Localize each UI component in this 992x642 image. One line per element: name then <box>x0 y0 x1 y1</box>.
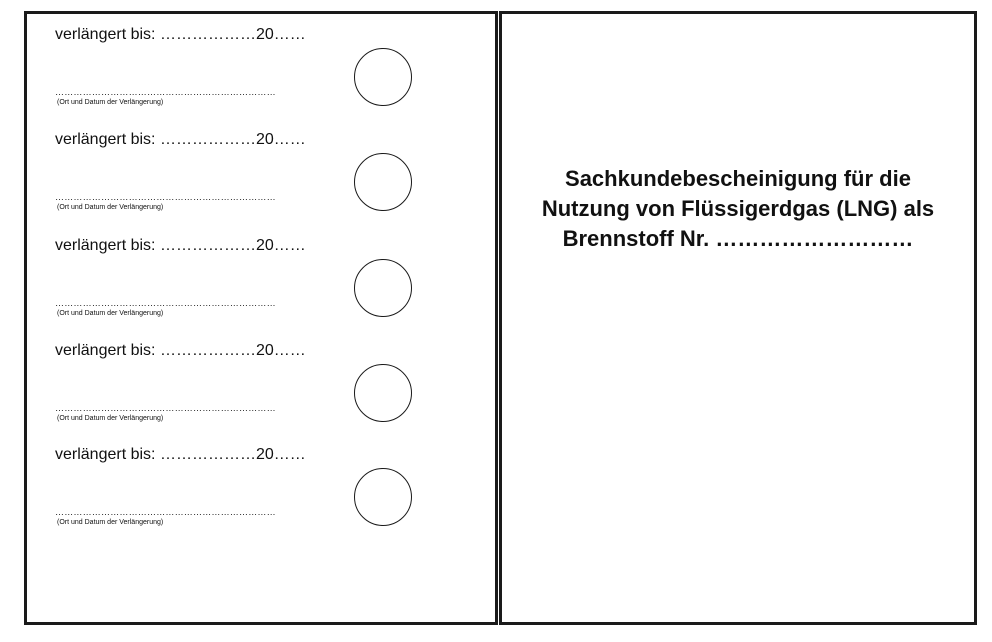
certificate-title: Sachkundebescheinigung für die Nutzung v… <box>502 164 974 254</box>
signature-line: ……………………………………………………………… <box>55 507 276 517</box>
stamp-circle <box>354 153 412 211</box>
signature-line: ……………………………………………………………… <box>55 87 276 97</box>
extended-until-label: verlängert bis: ………………20…… <box>55 131 306 148</box>
certificate-title-line-1: Sachkundebescheinigung für die <box>565 166 911 191</box>
signature-line: ……………………………………………………………… <box>55 192 276 202</box>
signature-caption: (Ort und Datum der Verlängerung) <box>57 204 164 211</box>
stamp-circle <box>354 364 412 422</box>
extension-entry-3: verlängert bis: ………………20…… …………………………………… <box>27 225 495 329</box>
extension-entry-5: verlängert bis: ………………20…… …………………………………… <box>27 434 495 538</box>
extended-until-label: verlängert bis: ………………20…… <box>55 237 306 254</box>
extended-until-label: verlängert bis: ………………20…… <box>55 26 306 43</box>
stamp-circle <box>354 468 412 526</box>
signature-caption: (Ort und Datum der Verlängerung) <box>57 415 164 422</box>
extension-entry-2: verlängert bis: ………………20…… …………………………………… <box>27 119 495 223</box>
extended-until-label: verlängert bis: ………………20…… <box>55 446 306 463</box>
extended-until-label: verlängert bis: ………………20…… <box>55 342 306 359</box>
signature-caption: (Ort und Datum der Verlängerung) <box>57 99 164 106</box>
certificate-title-line-2: Nutzung von Flüssigerdgas (LNG) als <box>541 196 935 221</box>
signature-line: ……………………………………………………………… <box>55 403 276 413</box>
signature-caption: (Ort und Datum der Verlängerung) <box>57 519 164 526</box>
signature-line: ……………………………………………………………… <box>55 298 276 308</box>
extension-panel: verlängert bis: ………………20…… …………………………………… <box>24 11 498 625</box>
stamp-circle <box>354 259 412 317</box>
extension-entry-4: verlängert bis: ………………20…… …………………………………… <box>27 330 495 434</box>
certificate-title-line-3: Brennstoff Nr. ……………………… <box>562 226 914 251</box>
stamp-circle <box>354 48 412 106</box>
certificate-panel: Sachkundebescheinigung für die Nutzung v… <box>499 11 977 625</box>
extension-entry-1: verlängert bis: ………………20…… …………………………………… <box>27 14 495 118</box>
signature-caption: (Ort und Datum der Verlängerung) <box>57 310 164 317</box>
